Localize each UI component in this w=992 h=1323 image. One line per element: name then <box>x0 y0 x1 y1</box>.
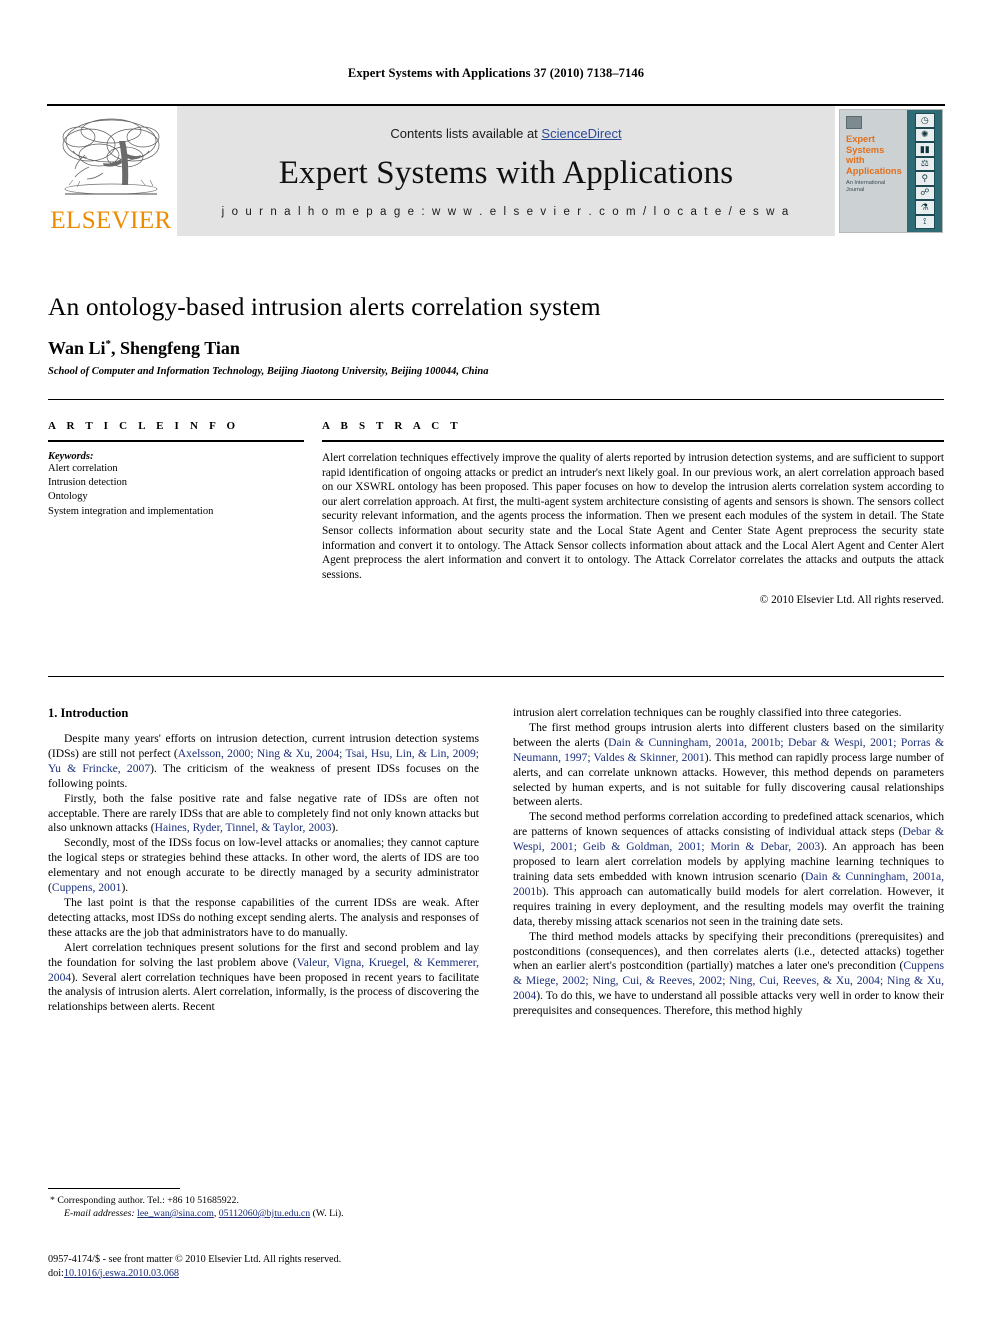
abstract-column: A B S T R A C T Alert correlation techni… <box>304 420 944 606</box>
paragraph: The last point is that the response capa… <box>48 895 479 939</box>
paper-page: Expert Systems with Applications 37 (201… <box>0 0 992 1323</box>
info-abstract-section: A R T I C L E I N F O Keywords: Alert co… <box>48 420 944 606</box>
drill-icon: ⟟ <box>914 214 935 229</box>
microscope-icon: ⚲ <box>914 171 935 186</box>
title-block: An ontology-based intrusion alerts corre… <box>48 292 944 377</box>
article-info-heading: A R T I C L E I N F O <box>48 420 240 432</box>
title-divider <box>48 399 944 400</box>
footnote-emails: E-mail addresses: lee_wan@sina.com, 0511… <box>64 1207 479 1220</box>
keyword-item: Ontology <box>48 491 88 503</box>
section-heading-introduction: 1. Introduction <box>48 706 129 720</box>
cover-subtitle: An International Journal <box>846 180 886 193</box>
keyword-item: System integration and implementation <box>48 505 214 517</box>
body-columns: 1. Introduction Despite many years' effo… <box>48 706 944 1019</box>
abstract-heading: A B S T R A C T <box>322 420 462 432</box>
keyword-item: Intrusion detection <box>48 477 128 489</box>
running-head: Expert Systems with Applications 37 (201… <box>347 66 645 80</box>
body-column-left: 1. Introduction Despite many years' effo… <box>48 706 479 1019</box>
article-info-rule <box>48 440 304 442</box>
paragraph: The second method performs correlation a… <box>513 810 944 928</box>
imprint-doi: doi:10.1016/j.eswa.2010.03.068 <box>48 1267 488 1281</box>
paragraph: intrusion alert correlation techniques c… <box>513 706 902 719</box>
paragraph: The third method models attacks by speci… <box>513 929 944 1018</box>
abstract-copyright: © 2010 Elsevier Ltd. All rights reserved… <box>759 594 944 607</box>
email-link-1[interactable]: lee_wan@sina.com <box>137 1208 214 1219</box>
doi-label: doi: <box>48 1267 64 1279</box>
author-secondary: , Shengfeng Tian <box>111 338 240 358</box>
paragraph: Alert correlation techniques present sol… <box>48 940 480 1014</box>
footnote-corresponding-text: Corresponding author. Tel.: +86 10 51685… <box>57 1195 239 1206</box>
page-title: An ontology-based intrusion alerts corre… <box>48 292 601 321</box>
abstract-rule <box>322 440 944 442</box>
email-suffix: (W. Li). <box>310 1208 344 1219</box>
paragraph: Despite many years' efforts on intrusion… <box>48 732 480 790</box>
elsevier-logo: ELSEVIER <box>47 106 175 236</box>
scales-icon: ⚖ <box>914 156 935 171</box>
elsevier-tree-icon <box>59 115 163 207</box>
paragraph: The first method groups intrusion alerts… <box>513 720 945 809</box>
elsevier-wordmark: ELSEVIER <box>50 207 172 234</box>
email-addresses-label: E-mail addresses: <box>64 1208 135 1219</box>
journal-masthead: ELSEVIER Contents lists available at Sci… <box>47 104 945 236</box>
affiliation: School of Computer and Information Techn… <box>48 366 489 377</box>
author-primary: Wan Li <box>48 338 106 358</box>
imprint-block: 0957-4174/$ - see front matter © 2010 El… <box>48 1253 488 1280</box>
sciencedirect-link[interactable]: ScienceDirect <box>541 126 621 141</box>
paragraph: Firstly, both the false positive rate an… <box>48 791 479 835</box>
contents-available-line: Contents lists available at ScienceDirec… <box>390 126 621 141</box>
article-info-column: A R T I C L E I N F O Keywords: Alert co… <box>48 420 304 606</box>
imprint-front-matter: 0957-4174/$ - see front matter © 2010 El… <box>48 1254 342 1265</box>
paragraph: Secondly, most of the IDSs focus on low-… <box>48 836 479 895</box>
keywords-label: Keywords: <box>48 451 94 462</box>
author-list: Wan Li*, Shengfeng Tian <box>48 338 944 359</box>
journal-cover-thumbnail[interactable]: Expert Systems with Applications An Inte… <box>837 106 945 236</box>
journal-homepage[interactable]: j o u r n a l h o m e p a g e : w w w . … <box>222 206 791 218</box>
footnote-marker: * <box>50 1195 55 1206</box>
gear-icon: ✺ <box>914 127 935 142</box>
cover-title: Expert Systems with Applications <box>846 134 902 176</box>
footnote-block: * Corresponding author. Tel.: +86 10 516… <box>48 1188 479 1220</box>
doi-link[interactable]: 10.1016/j.eswa.2010.03.068 <box>64 1268 179 1279</box>
email-link-2[interactable]: 05112060@bjtu.edu.cn <box>219 1208 310 1219</box>
cover-emblem-icon <box>846 116 862 129</box>
keyword-item: Alert correlation <box>48 463 118 474</box>
contents-prefix: Contents lists available at <box>390 126 542 141</box>
abstract-text: Alert correlation techniques effectively… <box>322 452 944 581</box>
journal-title: Expert Systems with Applications <box>278 155 734 191</box>
body-column-right: intrusion alert correlation techniques c… <box>513 706 944 1019</box>
cover-icon-strip: ◷ ✺ ▮▮ ⚖ ⚲ ☍ ⚗ ⟟ <box>906 110 942 232</box>
journal-banner: Contents lists available at ScienceDirec… <box>177 106 835 236</box>
flask-icon: ⚗ <box>914 200 935 215</box>
footnote-divider <box>48 1188 180 1189</box>
clock-icon: ◷ <box>914 113 935 128</box>
bar-chart-icon: ▮▮ <box>914 142 935 157</box>
abstract-divider <box>48 676 944 677</box>
footnote-corresponding-author: * Corresponding author. Tel.: +86 10 516… <box>50 1194 479 1207</box>
handshake-icon: ☍ <box>914 185 935 200</box>
